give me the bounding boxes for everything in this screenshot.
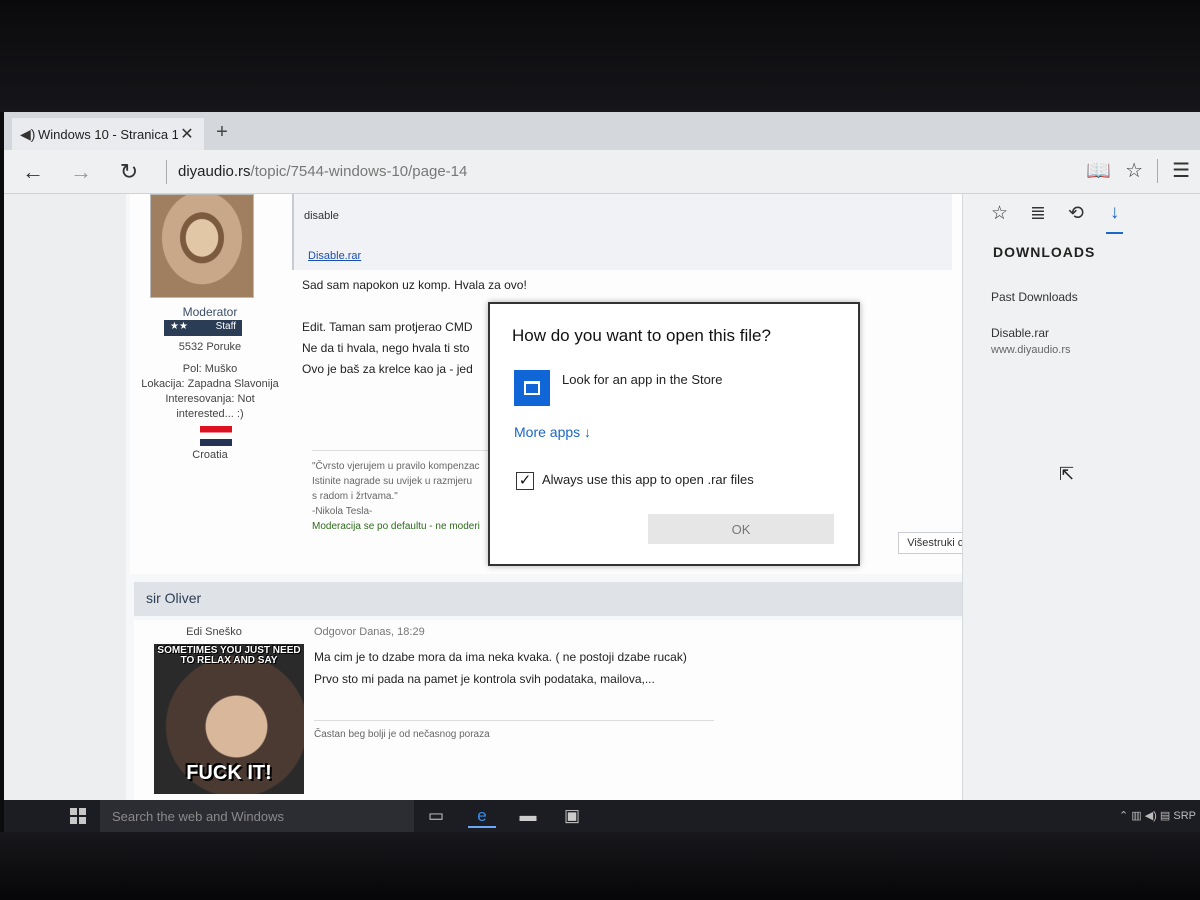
windows-start-icon[interactable] (70, 808, 86, 824)
tab-title: Windows 10 - Stranica 1 (38, 126, 178, 142)
badge-label: Staff (215, 321, 236, 332)
code-block: disable Disable.rar (292, 194, 952, 270)
volume-icon[interactable]: ◀) (1145, 810, 1157, 822)
post-line: Edit. Taman sam protjerao CMD (302, 320, 473, 334)
file-explorer-icon[interactable]: ▬ (514, 804, 542, 828)
store-taskbar-icon[interactable]: ▣ (558, 804, 586, 828)
refresh-icon[interactable]: ↻ (114, 158, 144, 186)
forward-icon[interactable]: → (66, 158, 96, 186)
meme-avatar: SOMETIMES YOU JUST NEED TO RELAX AND SAY… (154, 644, 304, 794)
post-line: Prvo sto mi pada na pamet je kontrola sv… (314, 672, 655, 686)
downloads-icon[interactable]: ↓ (1105, 202, 1124, 234)
sig-line: -Nikola Tesla- (312, 506, 373, 517)
post-line: Ne da ti hvala, nego hvala ti sto (302, 341, 470, 355)
multi-quote-button[interactable]: Višestruki cit (898, 532, 962, 554)
screen: ◀) Windows 10 - Stranica 1 ✕ + ← → ↻ diy… (4, 112, 1200, 832)
language-indicator[interactable]: SRP (1173, 810, 1196, 822)
url-path: /topic/7544-windows-10/page-14 (250, 163, 468, 180)
chevron-up-icon[interactable]: ⌃ (1119, 810, 1128, 822)
sig-line: "Čvrsto vjerujem u pravilo kompenzac (312, 461, 480, 472)
monitor-bezel-bottom (0, 832, 1200, 900)
mouse-cursor-icon: ⇱ (1059, 464, 1075, 484)
post-author-header: sir Oliver (134, 582, 962, 616)
close-icon[interactable]: ✕ (178, 124, 196, 144)
staff-badge: ★★ Staff (164, 320, 242, 336)
post-line: Ma cim je to dzabe mora da ima neka kvak… (314, 650, 687, 664)
network-icon[interactable]: ▥ (1131, 810, 1141, 822)
user-title: Edi Sneško (186, 626, 242, 638)
edge-browser-icon[interactable]: e (468, 804, 496, 828)
attachment-link[interactable]: Disable.rar (308, 250, 361, 262)
user-gender: Pol: Muško (182, 363, 238, 375)
browser-tab[interactable]: ◀) Windows 10 - Stranica 1 ✕ (12, 118, 204, 150)
sig-line: Moderacija se po defaultu - ne moderi (312, 521, 480, 532)
post-date: Odgovor Danas, 18:29 (314, 626, 425, 638)
ok-button[interactable]: OK (648, 514, 834, 544)
reading-view-icon[interactable]: 📖 (1086, 158, 1111, 183)
toolbar-divider (1157, 158, 1159, 183)
nav-right-tools: 📖 ☆ ☰ (1086, 158, 1190, 183)
user-country: Croatia (192, 449, 228, 461)
monitor-bezel-top (0, 0, 1200, 112)
downloads-hub: ☆ ≣ ⟲ ↓ DOWNLOADS Past Downloads Disable… (962, 194, 1200, 800)
system-tray: ⌃ ▥ ◀) ▤ SRP (1119, 809, 1196, 822)
address-bar[interactable]: diyaudio.rs/topic/7544-windows-10/page-1… (178, 163, 467, 180)
croatia-flag-icon (200, 426, 232, 446)
meme-top-text: SOMETIMES YOU JUST NEED TO RELAX AND SAY (157, 645, 301, 666)
user-avatar (150, 194, 254, 298)
download-item-name[interactable]: Disable.rar (991, 326, 1049, 340)
download-item-source: www.diyaudio.rs (991, 344, 1071, 356)
store-option[interactable]: Look for an app in the Store (562, 372, 722, 387)
signature: "Čvrsto vjerujem u pravilo kompenzac Ist… (312, 450, 502, 534)
reading-list-icon[interactable]: ≣ (1030, 202, 1046, 234)
favorites-icon[interactable]: ☆ (991, 202, 1008, 234)
notification-icon[interactable]: ▤ (1160, 810, 1170, 822)
speaker-icon: ◀) (20, 125, 36, 142)
meme-bottom-text: FUCK IT! (186, 762, 272, 784)
back-icon[interactable]: ← (18, 158, 48, 186)
user-location: Lokacija: Zapadna Slavonija (141, 378, 279, 390)
sig-line: s radom i žrtvama." (312, 491, 398, 502)
hub-title: DOWNLOADS (993, 244, 1096, 260)
post-author[interactable]: sir Oliver (146, 590, 201, 606)
forum-post: Edi Sneško SOMETIMES YOU JUST NEED TO RE… (134, 620, 962, 800)
url-domain: diyaudio.rs (178, 163, 251, 180)
history-icon[interactable]: ⟲ (1068, 202, 1084, 234)
address-divider (166, 160, 167, 184)
badge-stars: ★★ (170, 321, 188, 332)
tab-bar: ◀) Windows 10 - Stranica 1 ✕ + (4, 112, 1200, 150)
hub-tabs: ☆ ≣ ⟲ ↓ (991, 202, 1124, 234)
user-rank: Moderator (182, 305, 238, 319)
user-interests: Interesovanja: Not (165, 393, 255, 405)
always-use-checkbox[interactable]: ✓ (516, 472, 534, 490)
taskbar: Search the web and Windows ▭ e ▬ ▣ ⌃ ▥ ◀… (4, 800, 1200, 832)
store-icon[interactable] (514, 370, 550, 406)
dialog-title: How do you want to open this file? (512, 326, 771, 345)
past-downloads-heading: Past Downloads (991, 290, 1078, 304)
sig-line: Istinite nagrade su uvijek u razmjeru (312, 476, 473, 487)
post-line: Ovo je baš za krelce kao ja - jed (302, 362, 473, 376)
open-with-dialog: How do you want to open this file? Look … (488, 302, 860, 566)
more-apps-link[interactable]: More apps ↓ (514, 424, 591, 440)
post-count: 5532 Poruke (178, 341, 242, 353)
favorite-star-icon[interactable]: ☆ (1125, 158, 1143, 183)
hub-icon[interactable]: ☰ (1172, 158, 1190, 183)
signature: Častan beg bolji je od nečasnog poraza (314, 720, 714, 740)
navigation-bar: ← → ↻ diyaudio.rs/topic/7544-windows-10/… (4, 150, 1200, 194)
post-line: Sad sam napokon uz komp. Hvala za ovo! (302, 278, 527, 292)
code-text: disable (304, 210, 339, 222)
taskbar-search[interactable]: Search the web and Windows (100, 800, 414, 832)
new-tab-button[interactable]: + (210, 120, 234, 144)
task-view-icon[interactable]: ▭ (422, 804, 450, 828)
always-use-label[interactable]: Always use this app to open .rar files (542, 472, 754, 487)
user-interests-cont: interested... :) (176, 408, 244, 420)
